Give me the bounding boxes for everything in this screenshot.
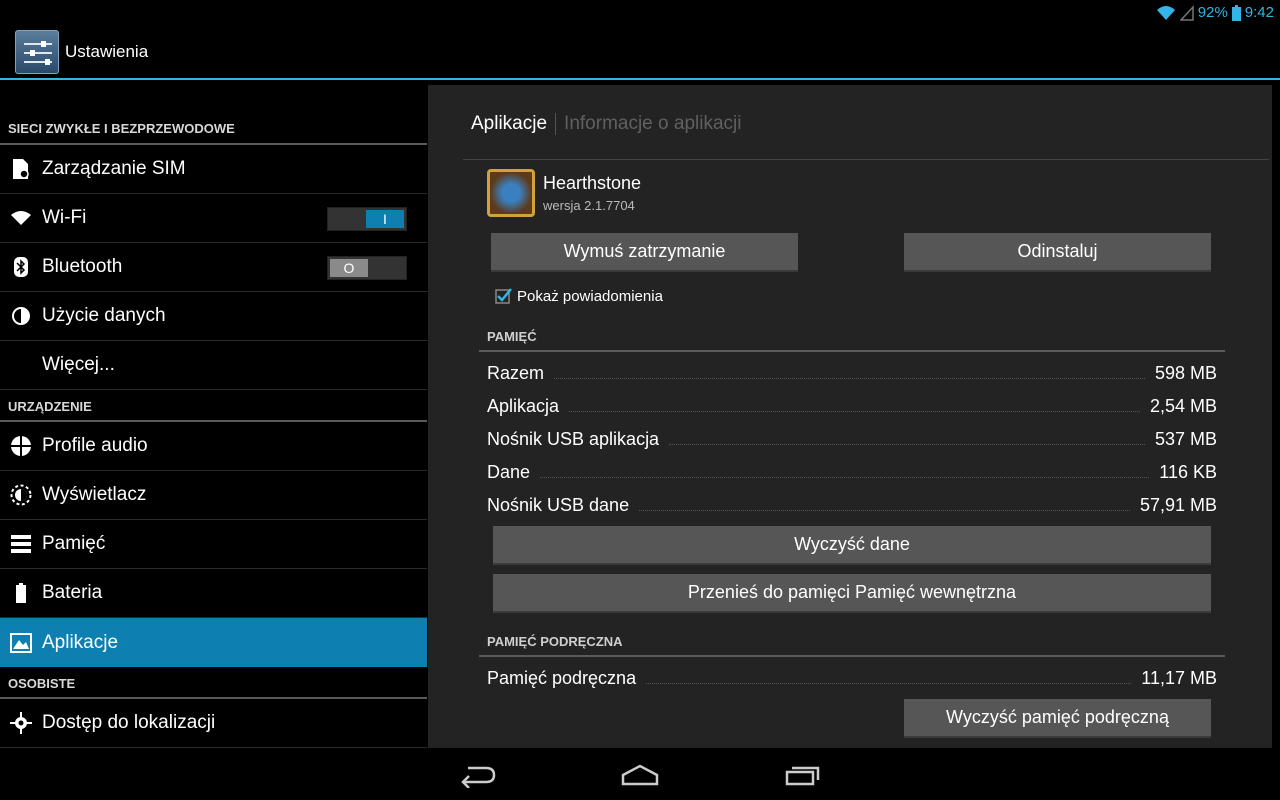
breadcrumb: Aplikacje Informacje o aplikacji [471, 113, 741, 135]
bluetooth-toggle[interactable]: O [327, 256, 407, 280]
row-value: 116 KB [1159, 462, 1217, 482]
sidebar-item-label: Profile audio [42, 435, 148, 456]
clock: 9:42 [1244, 4, 1274, 21]
cache-section-title: PAMIĘĆ PODRĘCZNA [487, 634, 623, 649]
storage-row: Dane 116 KB [487, 456, 1217, 489]
row-value: 11,17 MB [1141, 668, 1217, 688]
breadcrumb-current[interactable]: Aplikacje [471, 113, 547, 135]
storage-row: Nośnik USB aplikacja 537 MB [487, 423, 1217, 456]
row-value: 598 MB [1154, 363, 1217, 383]
sidebar-item-display[interactable]: Wyświetlacz [0, 471, 427, 520]
app-header: Hearthstone wersja 2.1.7704 [487, 169, 641, 217]
action-bar: Ustawienia [0, 25, 1280, 80]
signal-icon [1179, 4, 1194, 21]
cache-row: Pamięć podręczna 11,17 MB [487, 662, 1217, 695]
category-device: URZĄDZENIE [0, 390, 427, 422]
sidebar-item-label: Wi-Fi [42, 207, 87, 228]
recents-icon[interactable] [782, 762, 822, 788]
location-icon [0, 712, 42, 734]
battery-icon [1231, 4, 1241, 21]
settings-sliders-icon[interactable] [15, 29, 59, 74]
back-icon[interactable] [458, 762, 498, 788]
wifi-toggle[interactable]: I [327, 207, 407, 231]
show-notifications-checkbox[interactable]: Pokaż powiadomienia [495, 287, 663, 305]
home-icon[interactable] [620, 762, 660, 788]
row-label: Nośnik USB aplikacja [487, 429, 660, 449]
row-label: Pamięć podręczna [487, 668, 637, 688]
category-networks: SIECI ZWYKŁE I BEZPRZEWODOWE [0, 82, 427, 145]
apps-icon [0, 632, 42, 653]
storage-row: Nośnik USB dane 57,91 MB [487, 489, 1217, 522]
app-version: wersja 2.1.7704 [543, 198, 635, 213]
breadcrumb-app-info: Informacje o aplikacji [564, 113, 742, 134]
row-value: 537 MB [1154, 429, 1217, 449]
sim-icon [0, 158, 42, 180]
settings-sidebar: SIECI ZWYKŁE I BEZPRZEWODOWE Zarządzanie… [0, 82, 427, 750]
force-stop-button[interactable]: Wymuś zatrzymanie [491, 233, 798, 272]
sidebar-item-label: Bluetooth [42, 256, 123, 277]
sidebar-item-more[interactable]: Więcej... [0, 341, 427, 390]
data-usage-icon [0, 306, 42, 326]
brightness-icon [0, 484, 42, 506]
row-value: 57,91 MB [1139, 495, 1217, 515]
clear-cache-button[interactable]: Wyczyść pamięć podręczną [904, 699, 1211, 738]
row-label: Dane [487, 462, 531, 482]
sidebar-item-label: Wyświetlacz [42, 484, 147, 505]
status-bar: 92% 9:42 [0, 0, 1280, 25]
storage-row: Aplikacja 2,54 MB [487, 390, 1217, 423]
move-to-storage-button[interactable]: Przenieś do pamięci Pamięć wewnętrzna [493, 574, 1211, 613]
storage-section-title: PAMIĘĆ [487, 329, 537, 344]
sidebar-item-battery[interactable]: Bateria [0, 569, 427, 618]
sidebar-item-apps[interactable]: Aplikacje [0, 618, 427, 667]
toggle-knob: I [366, 210, 404, 228]
row-label: Nośnik USB dane [487, 495, 630, 515]
sidebar-item-label: Zarządzanie SIM [42, 158, 186, 179]
sidebar-item-label: Użycie danych [42, 305, 166, 326]
sidebar-item-label: Pamięć [42, 533, 106, 554]
app-title: Ustawienia [65, 41, 149, 61]
storage-icon [0, 535, 42, 553]
hearthstone-icon [487, 169, 535, 217]
sidebar-item-sim[interactable]: Zarządzanie SIM [0, 145, 427, 194]
sidebar-item-storage[interactable]: Pamięć [0, 520, 427, 569]
section-divider [479, 655, 1225, 657]
sidebar-item-location[interactable]: Dostęp do lokalizacji [0, 699, 427, 748]
checkbox-label: Pokaż powiadomienia [517, 287, 663, 305]
uninstall-button[interactable]: Odinstaluj [904, 233, 1211, 272]
sidebar-item-label: Aplikacje [42, 631, 119, 653]
audio-profile-icon [0, 435, 42, 457]
sidebar-item-label: Więcej... [42, 354, 115, 375]
row-label: Razem [487, 363, 545, 383]
section-divider [479, 350, 1225, 352]
sidebar-item-bluetooth[interactable]: Bluetooth O [0, 243, 427, 292]
bluetooth-icon [0, 257, 42, 277]
app-info-panel: Aplikacje Informacje o aplikacji Hearths… [428, 85, 1272, 748]
navigation-bar [0, 750, 1280, 800]
checkbox-checked-icon [495, 288, 512, 304]
sidebar-item-label: Dostęp do lokalizacji [42, 712, 216, 733]
battery-icon [0, 583, 42, 603]
row-label: Aplikacja [487, 396, 560, 416]
storage-row: Razem 598 MB [487, 357, 1217, 390]
app-name: Hearthstone [543, 173, 642, 193]
wifi-icon [1156, 5, 1175, 20]
toggle-knob: O [330, 259, 368, 277]
sidebar-item-label: Bateria [42, 582, 103, 603]
sidebar-item-audio-profiles[interactable]: Profile audio [0, 422, 427, 471]
row-value: 2,54 MB [1149, 396, 1217, 416]
wifi-icon [0, 210, 42, 226]
category-personal: OSOBISTE [0, 667, 427, 699]
clear-data-button[interactable]: Wyczyść dane [493, 526, 1211, 565]
sidebar-item-wifi[interactable]: Wi-Fi I [0, 194, 427, 243]
divider [463, 159, 1269, 160]
sidebar-item-data-usage[interactable]: Użycie danych [0, 292, 427, 341]
breadcrumb-separator [555, 113, 557, 135]
battery-percent: 92% [1197, 4, 1228, 21]
